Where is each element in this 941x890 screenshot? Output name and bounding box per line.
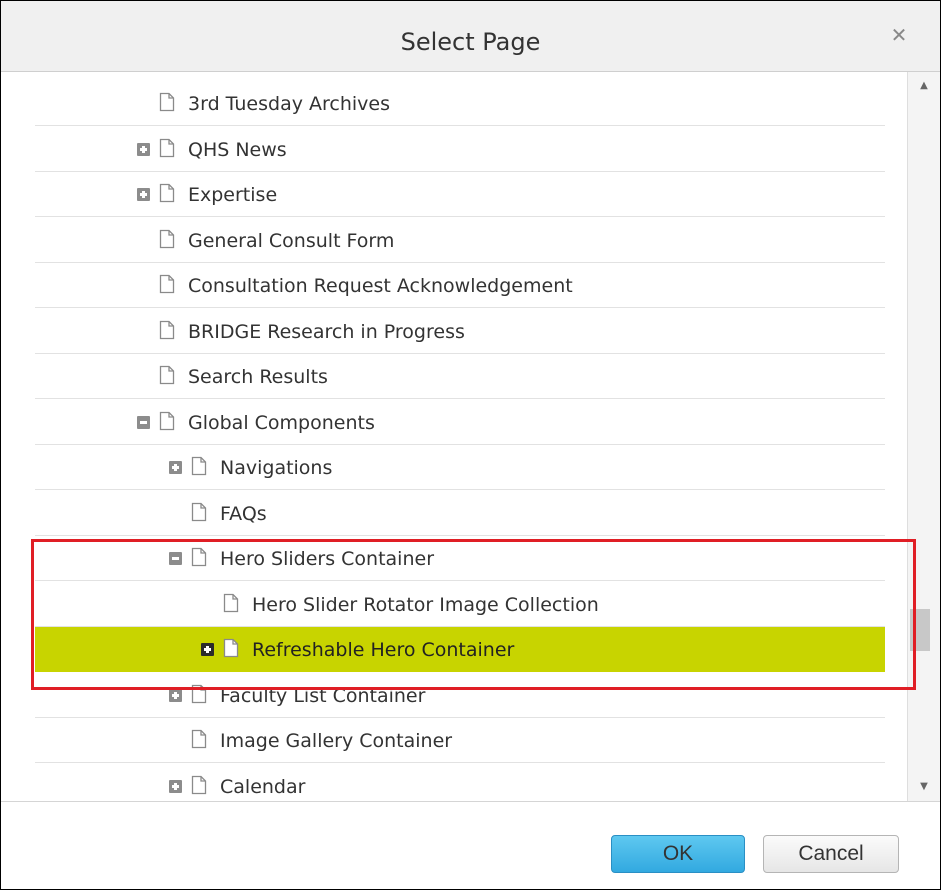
ok-button[interactable]: OK <box>611 835 745 873</box>
expand-plus-icon[interactable] <box>169 688 182 702</box>
tree-row[interactable]: General Consult Form <box>35 218 885 263</box>
tree-row[interactable]: Hero Sliders Container <box>35 536 885 581</box>
tree-row[interactable]: Calendar <box>35 764 885 802</box>
expand-plus-icon[interactable] <box>169 779 182 793</box>
page-icon <box>191 502 207 522</box>
page-icon <box>159 274 175 294</box>
page-icon <box>223 593 239 613</box>
tree-item-label[interactable]: Faculty List Container <box>220 673 425 718</box>
scroll-thumb[interactable] <box>910 609 930 651</box>
page-icon <box>159 365 175 385</box>
page-icon <box>159 229 175 249</box>
tree-row[interactable]: BRIDGE Research in Progress <box>35 309 885 354</box>
expand-plus-icon[interactable] <box>169 461 182 474</box>
tree-row[interactable]: Expertise <box>35 172 885 217</box>
page-icon <box>191 456 207 476</box>
page-icon <box>159 320 175 340</box>
collapse-minus-icon[interactable] <box>137 415 150 429</box>
tree-item-label[interactable]: Expertise <box>188 172 277 217</box>
vertical-scrollbar[interactable]: ▲ ▼ <box>907 72 940 801</box>
tree-item-label[interactable]: Refreshable Hero Container <box>252 627 514 672</box>
tree-item-label[interactable]: QHS News <box>188 127 287 172</box>
tree-row[interactable]: Image Gallery Container <box>35 718 885 763</box>
page-icon <box>159 138 175 158</box>
tree-item-label[interactable]: Hero Slider Rotator Image Collection <box>252 582 599 627</box>
tree-row[interactable]: Search Results <box>35 354 885 399</box>
page-icon <box>159 183 175 203</box>
collapse-minus-icon[interactable] <box>169 552 182 565</box>
dialog-footer: OK Cancel <box>1 801 940 889</box>
tree-row[interactable]: Faculty List Container <box>35 673 885 718</box>
tree-item-label[interactable]: Navigations <box>220 445 332 490</box>
scroll-down-icon[interactable]: ▼ <box>908 775 940 799</box>
expand-plus-icon[interactable] <box>137 142 150 156</box>
tree-row[interactable]: 3rd Tuesday Archives <box>35 81 885 126</box>
page-icon <box>191 729 207 749</box>
page-icon <box>223 638 239 658</box>
tree-row[interactable]: QHS News <box>35 127 885 172</box>
page-icon <box>191 547 207 567</box>
tree-item-label[interactable]: FAQs <box>220 491 267 536</box>
tree-row[interactable]: Hero Slider Rotator Image Collection <box>35 582 885 627</box>
tree-row[interactable]: Global Components <box>35 400 885 445</box>
tree-row[interactable]: Refreshable Hero Container <box>35 627 885 672</box>
tree-item-label[interactable]: Global Components <box>188 400 375 445</box>
close-icon[interactable]: ✕ <box>889 25 909 45</box>
page-tree[interactable]: 3rd Tuesday Archives QHS News Expertise Gen… <box>1 72 940 801</box>
page-icon <box>191 775 207 795</box>
tree-item-label[interactable]: General Consult Form <box>188 218 394 263</box>
page-icon <box>159 411 175 431</box>
dialog-header: Select Page ✕ <box>1 1 940 72</box>
tree-item-label[interactable]: BRIDGE Research in Progress <box>188 309 465 354</box>
tree-item-label[interactable]: Image Gallery Container <box>220 718 452 763</box>
tree-item-label[interactable]: Search Results <box>188 354 328 399</box>
expand-plus-icon[interactable] <box>137 188 150 201</box>
tree-item-label[interactable]: Calendar <box>220 764 305 802</box>
expand-plus-icon[interactable] <box>201 643 214 656</box>
page-icon <box>191 684 207 704</box>
page-icon <box>159 92 175 112</box>
select-page-dialog: Select Page ✕ 3rd Tuesday Archives QHS Ne… <box>0 0 941 890</box>
tree-row[interactable]: Navigations <box>35 445 885 490</box>
tree-row[interactable]: Consultation Request Acknowledgement <box>35 263 885 308</box>
tree-item-label[interactable]: Hero Sliders Container <box>220 536 434 581</box>
cancel-button[interactable]: Cancel <box>763 835 899 873</box>
tree-item-label[interactable]: 3rd Tuesday Archives <box>188 81 390 126</box>
scroll-up-icon[interactable]: ▲ <box>908 74 940 98</box>
tree-row[interactable]: FAQs <box>35 491 885 536</box>
tree-item-label[interactable]: Consultation Request Acknowledgement <box>188 263 573 308</box>
dialog-title: Select Page <box>400 28 541 56</box>
